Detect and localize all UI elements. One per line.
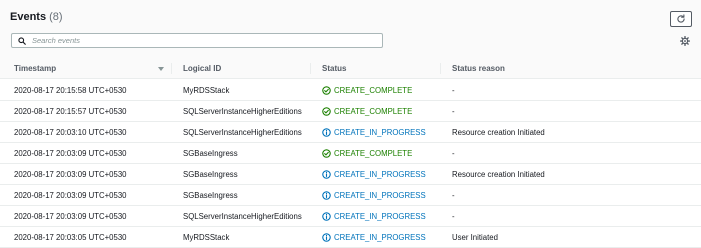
column-divider[interactable] [440, 63, 441, 74]
column-divider[interactable] [310, 63, 311, 74]
info-circle-icon [322, 212, 331, 221]
status-cell: CREATE_IN_PROGRESS [322, 233, 426, 242]
refresh-icon [677, 14, 685, 23]
refresh-button[interactable] [670, 11, 692, 27]
logical-id-cell: SGBaseIngress [183, 149, 238, 158]
status-cell: CREATE_COMPLETE [322, 86, 412, 95]
table-header: Timestamp Logical ID Status Status reaso… [0, 58, 701, 79]
status-cell: CREATE_COMPLETE [322, 149, 412, 158]
table-row: 2020-08-17 20:03:09 UTC+0530 SGBaseIngre… [0, 143, 701, 164]
timestamp-cell: 2020-08-17 20:03:09 UTC+0530 [14, 191, 127, 200]
status-cell: CREATE_IN_PROGRESS [322, 170, 426, 179]
table-row: 2020-08-17 20:03:09 UTC+0530 SGBaseIngre… [0, 185, 701, 206]
logical-id-cell: SQLServerInstanceHigherEditions [183, 107, 302, 116]
status-cell: CREATE_IN_PROGRESS [322, 212, 426, 221]
logical-id-cell: SGBaseIngress [183, 191, 238, 200]
info-circle-icon [322, 128, 331, 137]
table-row: 2020-08-17 20:15:58 UTC+0530 MyRDSStack … [0, 80, 701, 101]
status-cell: CREATE_COMPLETE [322, 107, 412, 116]
status-reason-cell: Resource creation Initiated [452, 128, 545, 137]
table-row: 2020-08-17 20:03:10 UTC+0530 SQLServerIn… [0, 122, 701, 143]
status-reason-cell: - [452, 191, 455, 200]
column-header-status[interactable]: Status [322, 64, 346, 73]
panel-title: Events (8) [10, 11, 63, 23]
check-circle-icon [322, 107, 331, 116]
events-table-body: 2020-08-17 20:15:58 UTC+0530 MyRDSStack … [0, 80, 701, 248]
title-text: Events [10, 11, 47, 23]
logical-id-cell: MyRDSStack [183, 86, 230, 95]
info-circle-icon [322, 191, 331, 200]
status-reason-cell: - [452, 212, 455, 221]
check-circle-icon [322, 86, 331, 95]
status-cell: CREATE_IN_PROGRESS [322, 128, 426, 137]
status-text: CREATE_COMPLETE [334, 107, 413, 116]
search-input[interactable] [32, 34, 362, 47]
info-circle-icon [322, 233, 331, 242]
status-text: CREATE_IN_PROGRESS [334, 170, 426, 179]
status-reason-cell: Resource creation Initiated [452, 170, 545, 179]
gear-icon[interactable] [680, 36, 690, 46]
sort-descending-icon[interactable] [158, 67, 164, 71]
status-text: CREATE_IN_PROGRESS [334, 191, 426, 200]
status-text: CREATE_IN_PROGRESS [334, 128, 426, 137]
timestamp-cell: 2020-08-17 20:03:10 UTC+0530 [14, 128, 127, 137]
search-icon [18, 36, 26, 45]
status-reason-cell: - [452, 86, 455, 95]
logical-id-cell: MyRDSStack [183, 233, 230, 242]
timestamp-cell: 2020-08-17 20:15:58 UTC+0530 [14, 86, 127, 95]
timestamp-cell: 2020-08-17 20:03:09 UTC+0530 [14, 212, 127, 221]
info-circle-icon [322, 170, 331, 179]
status-reason-cell: - [452, 149, 455, 158]
timestamp-cell: 2020-08-17 20:03:09 UTC+0530 [14, 170, 127, 179]
table-row: 2020-08-17 20:03:09 UTC+0530 SQLServerIn… [0, 206, 701, 227]
column-header-logical-id[interactable]: Logical ID [183, 64, 221, 73]
events-header: Events (8) [0, 0, 701, 62]
column-header-timestamp[interactable]: Timestamp [14, 64, 56, 73]
logical-id-cell: SQLServerInstanceHigherEditions [183, 128, 302, 137]
search-box [11, 33, 383, 48]
status-text: CREATE_IN_PROGRESS [334, 233, 426, 242]
table-row: 2020-08-17 20:03:05 UTC+0530 MyRDSStack … [0, 227, 701, 248]
logical-id-cell: SGBaseIngress [183, 170, 238, 179]
status-text: CREATE_COMPLETE [334, 149, 413, 158]
timestamp-cell: 2020-08-17 20:03:05 UTC+0530 [14, 233, 127, 242]
timestamp-cell: 2020-08-17 20:03:09 UTC+0530 [14, 149, 127, 158]
column-header-status-reason[interactable]: Status reason [452, 64, 505, 73]
status-text: CREATE_IN_PROGRESS [334, 212, 426, 221]
status-text: CREATE_COMPLETE [334, 86, 413, 95]
logical-id-cell: SQLServerInstanceHigherEditions [183, 212, 302, 221]
status-reason-cell: - [452, 107, 455, 116]
table-row: 2020-08-17 20:03:09 UTC+0530 SGBaseIngre… [0, 164, 701, 185]
column-divider[interactable] [171, 63, 172, 74]
status-cell: CREATE_IN_PROGRESS [322, 191, 426, 200]
check-circle-icon [322, 149, 331, 158]
events-panel: Events (8) Search events Timestamp Logic… [0, 0, 701, 248]
table-row: 2020-08-17 20:15:57 UTC+0530 SQLServerIn… [0, 101, 701, 122]
timestamp-cell: 2020-08-17 20:15:57 UTC+0530 [14, 107, 127, 116]
events-count: (8) [49, 11, 63, 23]
status-reason-cell: User Initiated [452, 233, 498, 242]
